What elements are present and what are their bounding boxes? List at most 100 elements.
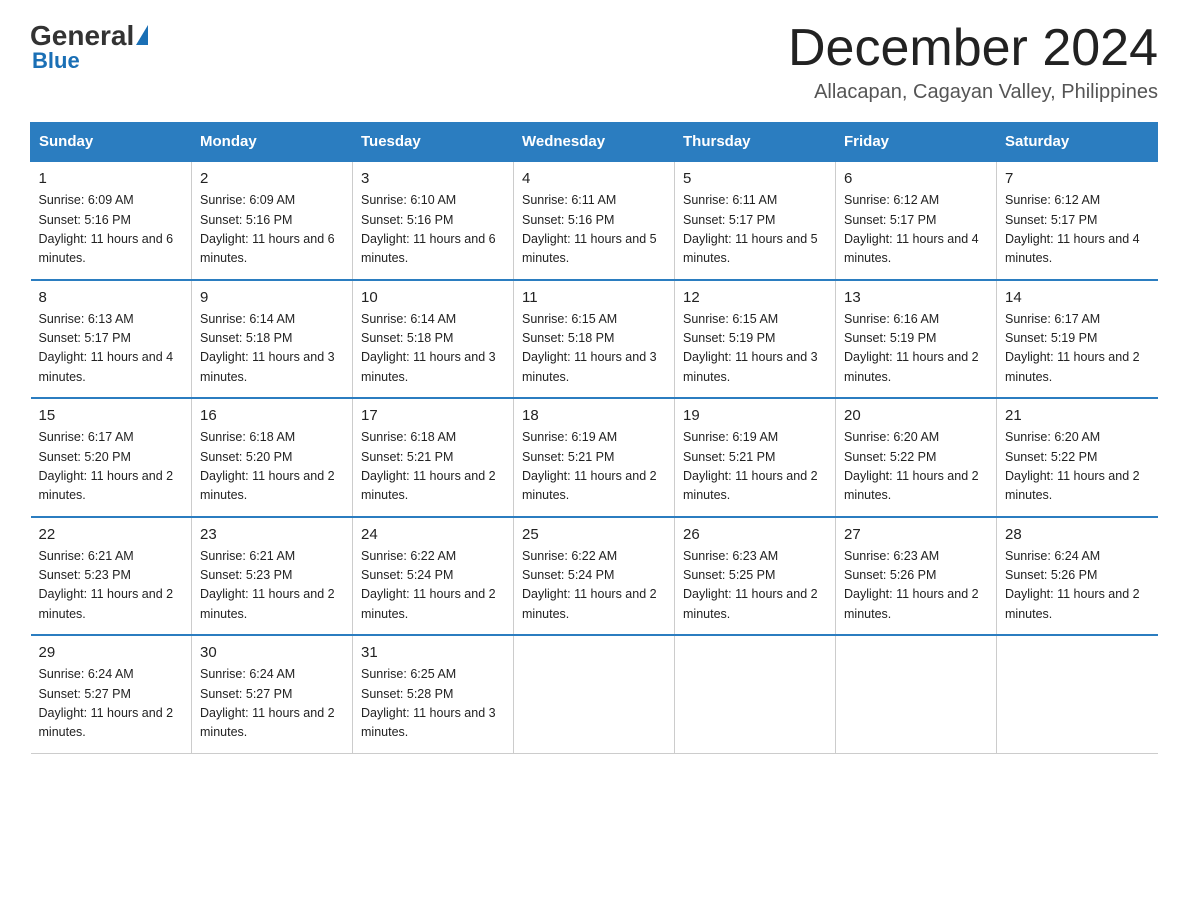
calendar-cell: 29 Sunrise: 6:24 AMSunset: 5:27 PMDaylig…: [31, 635, 192, 753]
day-number: 5: [683, 170, 827, 187]
day-number: 19: [683, 407, 827, 424]
calendar-cell: [675, 635, 836, 753]
day-number: 21: [1005, 407, 1150, 424]
calendar-cell: 13 Sunrise: 6:16 AMSunset: 5:19 PMDaylig…: [836, 280, 997, 399]
calendar-cell: 23 Sunrise: 6:21 AMSunset: 5:23 PMDaylig…: [192, 517, 353, 636]
header-cell-thursday: Thursday: [675, 123, 836, 162]
calendar-cell: 24 Sunrise: 6:22 AMSunset: 5:24 PMDaylig…: [353, 517, 514, 636]
day-info: Sunrise: 6:23 AMSunset: 5:25 PMDaylight:…: [683, 549, 818, 621]
day-number: 10: [361, 289, 505, 306]
calendar-week-row: 1 Sunrise: 6:09 AMSunset: 5:16 PMDayligh…: [31, 161, 1158, 280]
calendar-week-row: 8 Sunrise: 6:13 AMSunset: 5:17 PMDayligh…: [31, 280, 1158, 399]
calendar-cell: 5 Sunrise: 6:11 AMSunset: 5:17 PMDayligh…: [675, 161, 836, 280]
day-info: Sunrise: 6:24 AMSunset: 5:27 PMDaylight:…: [200, 667, 335, 739]
day-info: Sunrise: 6:21 AMSunset: 5:23 PMDaylight:…: [39, 549, 174, 621]
day-info: Sunrise: 6:24 AMSunset: 5:27 PMDaylight:…: [39, 667, 174, 739]
day-number: 14: [1005, 289, 1150, 306]
calendar-cell: 30 Sunrise: 6:24 AMSunset: 5:27 PMDaylig…: [192, 635, 353, 753]
calendar-cell: 27 Sunrise: 6:23 AMSunset: 5:26 PMDaylig…: [836, 517, 997, 636]
day-number: 24: [361, 526, 505, 543]
header-cell-tuesday: Tuesday: [353, 123, 514, 162]
day-info: Sunrise: 6:18 AMSunset: 5:21 PMDaylight:…: [361, 430, 496, 502]
day-number: 13: [844, 289, 988, 306]
day-number: 27: [844, 526, 988, 543]
day-info: Sunrise: 6:16 AMSunset: 5:19 PMDaylight:…: [844, 312, 979, 384]
day-number: 9: [200, 289, 344, 306]
calendar-cell: 26 Sunrise: 6:23 AMSunset: 5:25 PMDaylig…: [675, 517, 836, 636]
calendar-week-row: 22 Sunrise: 6:21 AMSunset: 5:23 PMDaylig…: [31, 517, 1158, 636]
calendar-week-row: 15 Sunrise: 6:17 AMSunset: 5:20 PMDaylig…: [31, 398, 1158, 517]
calendar-header: SundayMondayTuesdayWednesdayThursdayFrid…: [31, 123, 1158, 162]
calendar-cell: [997, 635, 1158, 753]
month-year-title: December 2024: [788, 20, 1158, 77]
header-cell-sunday: Sunday: [31, 123, 192, 162]
calendar-cell: 25 Sunrise: 6:22 AMSunset: 5:24 PMDaylig…: [514, 517, 675, 636]
title-block: December 2024 Allacapan, Cagayan Valley,…: [788, 20, 1158, 104]
day-info: Sunrise: 6:14 AMSunset: 5:18 PMDaylight:…: [200, 312, 335, 384]
calendar-cell: 10 Sunrise: 6:14 AMSunset: 5:18 PMDaylig…: [353, 280, 514, 399]
day-number: 3: [361, 170, 505, 187]
day-number: 2: [200, 170, 344, 187]
calendar-cell: 7 Sunrise: 6:12 AMSunset: 5:17 PMDayligh…: [997, 161, 1158, 280]
header-row: SundayMondayTuesdayWednesdayThursdayFrid…: [31, 123, 1158, 162]
day-number: 30: [200, 644, 344, 661]
day-info: Sunrise: 6:11 AMSunset: 5:16 PMDaylight:…: [522, 193, 657, 265]
day-number: 12: [683, 289, 827, 306]
day-number: 1: [39, 170, 184, 187]
day-info: Sunrise: 6:25 AMSunset: 5:28 PMDaylight:…: [361, 667, 496, 739]
calendar-cell: 4 Sunrise: 6:11 AMSunset: 5:16 PMDayligh…: [514, 161, 675, 280]
day-info: Sunrise: 6:18 AMSunset: 5:20 PMDaylight:…: [200, 430, 335, 502]
day-info: Sunrise: 6:11 AMSunset: 5:17 PMDaylight:…: [683, 193, 818, 265]
day-info: Sunrise: 6:12 AMSunset: 5:17 PMDaylight:…: [1005, 193, 1140, 265]
calendar-cell: 19 Sunrise: 6:19 AMSunset: 5:21 PMDaylig…: [675, 398, 836, 517]
calendar-cell: 20 Sunrise: 6:20 AMSunset: 5:22 PMDaylig…: [836, 398, 997, 517]
calendar-cell: 18 Sunrise: 6:19 AMSunset: 5:21 PMDaylig…: [514, 398, 675, 517]
calendar-table: SundayMondayTuesdayWednesdayThursdayFrid…: [30, 122, 1158, 754]
day-info: Sunrise: 6:15 AMSunset: 5:19 PMDaylight:…: [683, 312, 818, 384]
day-number: 6: [844, 170, 988, 187]
logo-blue-text: Blue: [32, 48, 80, 74]
calendar-cell: [836, 635, 997, 753]
day-info: Sunrise: 6:09 AMSunset: 5:16 PMDaylight:…: [200, 193, 335, 265]
day-info: Sunrise: 6:10 AMSunset: 5:16 PMDaylight:…: [361, 193, 496, 265]
day-number: 20: [844, 407, 988, 424]
day-info: Sunrise: 6:21 AMSunset: 5:23 PMDaylight:…: [200, 549, 335, 621]
day-number: 29: [39, 644, 184, 661]
day-number: 18: [522, 407, 666, 424]
calendar-cell: 14 Sunrise: 6:17 AMSunset: 5:19 PMDaylig…: [997, 280, 1158, 399]
header-cell-wednesday: Wednesday: [514, 123, 675, 162]
day-number: 28: [1005, 526, 1150, 543]
calendar-cell: 9 Sunrise: 6:14 AMSunset: 5:18 PMDayligh…: [192, 280, 353, 399]
header-cell-saturday: Saturday: [997, 123, 1158, 162]
calendar-cell: 31 Sunrise: 6:25 AMSunset: 5:28 PMDaylig…: [353, 635, 514, 753]
day-number: 26: [683, 526, 827, 543]
calendar-cell: [514, 635, 675, 753]
day-info: Sunrise: 6:24 AMSunset: 5:26 PMDaylight:…: [1005, 549, 1140, 621]
day-info: Sunrise: 6:19 AMSunset: 5:21 PMDaylight:…: [683, 430, 818, 502]
calendar-cell: 6 Sunrise: 6:12 AMSunset: 5:17 PMDayligh…: [836, 161, 997, 280]
calendar-cell: 21 Sunrise: 6:20 AMSunset: 5:22 PMDaylig…: [997, 398, 1158, 517]
day-info: Sunrise: 6:23 AMSunset: 5:26 PMDaylight:…: [844, 549, 979, 621]
header-cell-friday: Friday: [836, 123, 997, 162]
calendar-cell: 28 Sunrise: 6:24 AMSunset: 5:26 PMDaylig…: [997, 517, 1158, 636]
day-info: Sunrise: 6:09 AMSunset: 5:16 PMDaylight:…: [39, 193, 174, 265]
day-info: Sunrise: 6:19 AMSunset: 5:21 PMDaylight:…: [522, 430, 657, 502]
calendar-week-row: 29 Sunrise: 6:24 AMSunset: 5:27 PMDaylig…: [31, 635, 1158, 753]
calendar-cell: 8 Sunrise: 6:13 AMSunset: 5:17 PMDayligh…: [31, 280, 192, 399]
calendar-cell: 1 Sunrise: 6:09 AMSunset: 5:16 PMDayligh…: [31, 161, 192, 280]
header-cell-monday: Monday: [192, 123, 353, 162]
day-info: Sunrise: 6:13 AMSunset: 5:17 PMDaylight:…: [39, 312, 174, 384]
day-info: Sunrise: 6:12 AMSunset: 5:17 PMDaylight:…: [844, 193, 979, 265]
day-info: Sunrise: 6:14 AMSunset: 5:18 PMDaylight:…: [361, 312, 496, 384]
calendar-cell: 3 Sunrise: 6:10 AMSunset: 5:16 PMDayligh…: [353, 161, 514, 280]
day-info: Sunrise: 6:20 AMSunset: 5:22 PMDaylight:…: [1005, 430, 1140, 502]
day-number: 11: [522, 289, 666, 306]
page-header: General Blue December 2024 Allacapan, Ca…: [30, 20, 1158, 104]
day-number: 7: [1005, 170, 1150, 187]
calendar-cell: 12 Sunrise: 6:15 AMSunset: 5:19 PMDaylig…: [675, 280, 836, 399]
day-number: 17: [361, 407, 505, 424]
calendar-cell: 16 Sunrise: 6:18 AMSunset: 5:20 PMDaylig…: [192, 398, 353, 517]
day-info: Sunrise: 6:17 AMSunset: 5:20 PMDaylight:…: [39, 430, 174, 502]
day-number: 15: [39, 407, 184, 424]
day-number: 4: [522, 170, 666, 187]
